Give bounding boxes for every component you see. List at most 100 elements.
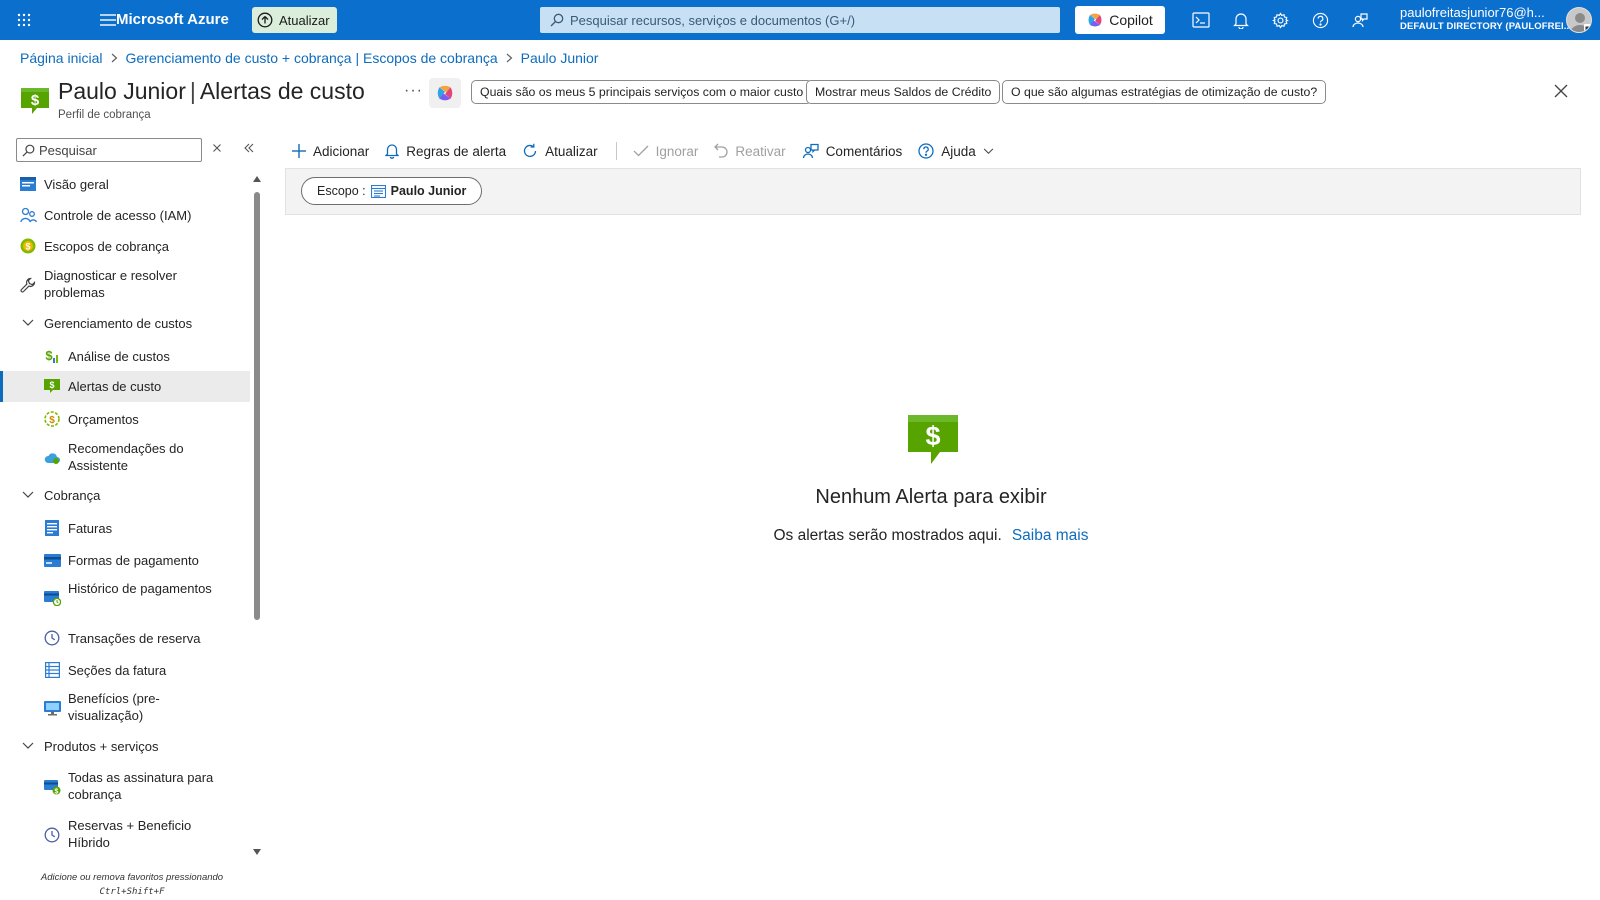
sidebar-item-payment-methods[interactable]: Formas de pagamento: [0, 548, 250, 572]
search-icon: [550, 13, 564, 27]
people-icon: [19, 206, 37, 224]
sidebar-item-overview[interactable]: Visão geral: [0, 172, 250, 196]
sidebar-item-label: Faturas: [68, 521, 113, 536]
clock-icon: [43, 826, 61, 844]
ignore-button[interactable]: Ignorar: [633, 143, 699, 159]
sidebar-item-advisor[interactable]: Recomendações do Assistente: [0, 439, 250, 475]
sidebar-item-label: Seções da fatura: [68, 663, 167, 678]
account-email: paulofreitasjunior76@h...: [1400, 5, 1545, 20]
sidebar-item-label: Alertas de custo: [68, 379, 162, 394]
collapse-sidebar-icon[interactable]: [244, 143, 254, 153]
close-icon[interactable]: [1554, 84, 1568, 98]
invoice-sections-icon: [43, 661, 61, 679]
brand-name[interactable]: Microsoft Azure: [116, 11, 229, 28]
cost-alert-icon: $: [43, 377, 61, 395]
sidebar-item-reservations-hybrid[interactable]: Reservas + Beneficio Híbrido: [0, 816, 250, 852]
sidebar-scrollbar-thumb[interactable]: [254, 192, 260, 620]
refresh-button[interactable]: Atualizar: [522, 143, 598, 159]
feedback-icon: [802, 143, 819, 159]
notifications-bell-icon[interactable]: [1229, 8, 1253, 32]
feedback-person-icon[interactable]: [1348, 8, 1372, 32]
breadcrumb-billing-profile[interactable]: Paulo Junior: [521, 50, 599, 66]
help-icon: [918, 143, 934, 159]
search-icon: [22, 144, 35, 157]
feedback-label: Comentários: [825, 143, 903, 159]
copilot-prompt-optimization[interactable]: O que são algumas estratégias de otimiza…: [1002, 80, 1327, 104]
copilot-prompt-top-services[interactable]: Quais são os meus 5 principais serviços …: [471, 80, 813, 104]
sidebar-item-label: Histórico de pagamentos: [68, 581, 212, 596]
svg-text:$: $: [49, 415, 55, 426]
svg-text:$: $: [31, 92, 40, 109]
sidebar-group-label: Produtos + serviços: [44, 739, 159, 754]
sidebar-item-reservation-transactions[interactable]: Transações de reserva: [0, 626, 250, 650]
sidebar-item-label: Formas de pagamento: [68, 553, 199, 568]
refresh-label: Atualizar: [545, 143, 598, 159]
svg-text:$: $: [925, 421, 940, 451]
sidebar-item-billing-scopes[interactable]: $ Escopos de cobrança: [0, 234, 250, 258]
help-question-icon[interactable]: [1308, 8, 1332, 32]
sidebar-group-billing[interactable]: Cobrança: [0, 483, 250, 507]
sidebar-item-invoices[interactable]: Faturas: [0, 516, 250, 540]
app-launcher-icon[interactable]: [12, 8, 36, 32]
copilot-suggestions-icon[interactable]: [429, 78, 461, 108]
sidebar-item-label: Escopos de cobrança: [44, 239, 170, 254]
filter-bar: Escopo : Paulo Junior: [285, 168, 1581, 215]
upgrade-button[interactable]: Atualizar: [252, 7, 337, 33]
overview-icon: [19, 175, 37, 193]
sidebar-group-label: Cobrança: [44, 488, 101, 503]
global-search-input[interactable]: Pesquisar recursos, serviços e documento…: [540, 7, 1060, 33]
account-info[interactable]: paulofreitasjunior76@h... DEFAULT DIRECT…: [1400, 5, 1572, 32]
chevron-right-icon: [111, 53, 118, 63]
empty-state-text: Os alertas serão mostrados aqui.: [773, 527, 1002, 544]
sidebar-item-billing-subscriptions[interactable]: $ Todas as assinatura para cobrança: [0, 768, 250, 804]
add-button[interactable]: Adicionar: [292, 144, 369, 159]
sidebar-item-diagnose[interactable]: Diagnosticar e resolver problemas: [0, 266, 250, 302]
payment-history-icon: [43, 589, 61, 607]
sidebar-item-cost-analysis[interactable]: $ Análise de custos: [0, 344, 250, 368]
copilot-button[interactable]: Copilot: [1075, 6, 1165, 34]
scroll-down-arrow-icon[interactable]: [253, 849, 261, 855]
sidebar-item-label: Reservas + Beneficio Híbrido: [68, 818, 192, 850]
plus-icon: [292, 144, 306, 158]
cost-analysis-icon: $: [43, 347, 61, 365]
help-button[interactable]: Ajuda: [918, 143, 994, 159]
sidebar-item-budgets[interactable]: $ Orçamentos: [0, 407, 250, 431]
sidebar-search-input[interactable]: Pesquisar: [16, 138, 202, 162]
clear-search-icon[interactable]: [212, 143, 222, 153]
sidebar-item-invoice-sections[interactable]: Seções da fatura: [0, 658, 250, 682]
sidebar-item-label: Transações de reserva: [68, 631, 201, 646]
feedback-button[interactable]: Comentários: [802, 143, 903, 159]
sidebar-item-iam[interactable]: Controle de acesso (IAM): [0, 203, 250, 227]
sidebar-item-label: Recomendações do Assistente: [68, 441, 184, 473]
sidebar-group-products-services[interactable]: Produtos + serviços: [0, 734, 250, 758]
invoice-icon: [43, 519, 61, 537]
ignore-label: Ignorar: [655, 143, 699, 159]
account-directory: DEFAULT DIRECTORY (PAULOFREI...: [1400, 20, 1572, 32]
top-bar: Microsoft Azure Atualizar Pesquisar recu…: [0, 0, 1600, 40]
cost-alert-page-icon: $: [20, 86, 50, 116]
sidebar-item-payment-history[interactable]: Histórico de pagamentos: [0, 579, 250, 615]
reactivate-button[interactable]: Reativar: [714, 143, 786, 159]
subscription-icon: $: [43, 778, 61, 796]
page-title-resource: Paulo Junior: [58, 78, 186, 104]
command-bar: Adicionar Regras de alerta Atualizar Ign…: [292, 138, 1010, 164]
empty-state-title: Nenhum Alerta para exibir: [815, 486, 1047, 508]
bell-icon: [385, 143, 400, 159]
cloud-shell-icon[interactable]: [1189, 8, 1213, 32]
scope-filter-pill[interactable]: Escopo : Paulo Junior: [301, 177, 483, 205]
page-subtitle: Perfil de cobrança: [58, 109, 151, 121]
scroll-up-arrow-icon[interactable]: [253, 176, 261, 182]
copilot-prompt-credit-balance[interactable]: Mostrar meus Saldos de Crédito: [806, 80, 1001, 104]
learn-more-link[interactable]: Saiba mais: [1012, 527, 1089, 544]
breadcrumb-home[interactable]: Página inicial: [20, 50, 103, 66]
avatar[interactable]: [1566, 7, 1592, 33]
alert-rules-button[interactable]: Regras de alerta: [385, 143, 506, 159]
sidebar-group-cost-management[interactable]: Gerenciamento de custos: [0, 311, 250, 335]
settings-gear-icon[interactable]: [1268, 8, 1292, 32]
sidebar-item-label: Orçamentos: [68, 412, 139, 427]
breadcrumb-cost-management[interactable]: Gerenciamento de custo + cobrança | Esco…: [126, 50, 498, 66]
sidebar-item-benefits[interactable]: Benefícios (pre-visualização): [0, 689, 250, 725]
more-options-button[interactable]: ···: [404, 82, 423, 100]
billing-scope-icon: $: [19, 237, 37, 255]
sidebar-item-cost-alerts[interactable]: $ Alertas de custo: [0, 371, 250, 402]
